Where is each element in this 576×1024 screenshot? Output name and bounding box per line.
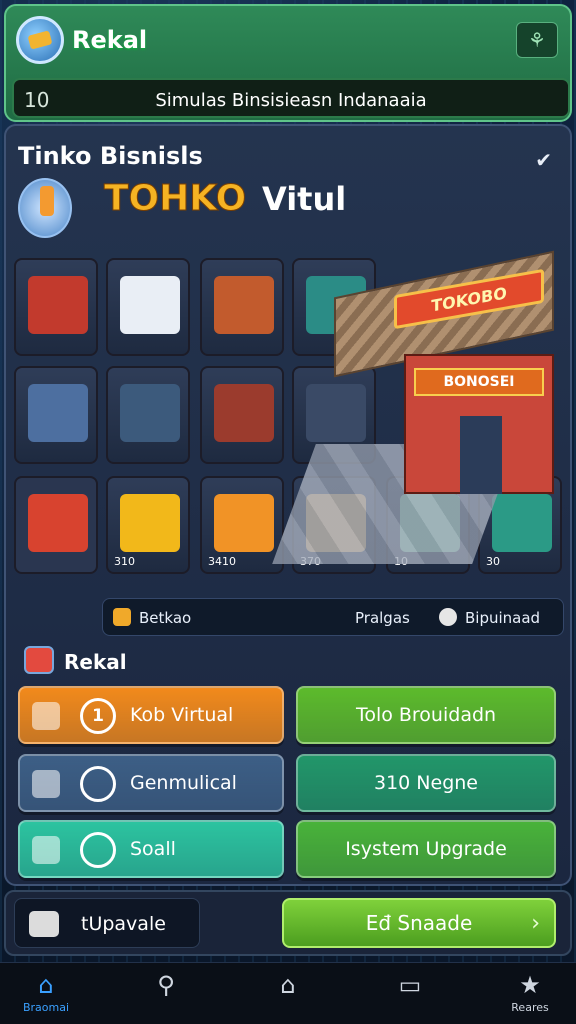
item-tile-shelf[interactable] xyxy=(200,258,284,356)
crate-icon xyxy=(32,770,60,798)
item-register-icon xyxy=(28,276,88,334)
coin-icon xyxy=(113,608,131,626)
chevron-down-icon[interactable]: ✔ xyxy=(535,148,552,172)
star-icon: ★ xyxy=(519,971,541,999)
item-count: 3410 xyxy=(208,555,236,568)
item-bag-icon xyxy=(120,494,180,552)
home-icon: ⌂ xyxy=(38,971,54,999)
chevron-right-icon: › xyxy=(531,911,540,936)
nav-item-5[interactable]: ★ Reares xyxy=(490,971,570,1014)
nav-item-4[interactable]: ▭ xyxy=(370,971,450,1001)
item-tile-cart[interactable] xyxy=(106,258,190,356)
action-label: Tolo Brouidadn xyxy=(355,704,497,726)
coin-icon[interactable] xyxy=(16,16,64,64)
avatar-icon xyxy=(439,608,457,626)
subtitle: Simulas Binsisieasn Indanaaia xyxy=(155,90,427,111)
item-shelf-icon xyxy=(214,276,274,334)
nav-item-1[interactable]: ⌂ Braomai xyxy=(6,971,86,1014)
item-tile-bag[interactable]: 310 xyxy=(106,476,190,574)
action-label: 310 Negne xyxy=(374,772,478,794)
nav-label: Reares xyxy=(511,1001,549,1014)
joystick-icon xyxy=(18,178,72,238)
cube-icon xyxy=(32,702,60,730)
action-button-5[interactable]: Soall xyxy=(18,820,284,878)
bottom-actions: tUpavale Eđ Snaade › xyxy=(4,890,572,956)
info-bar: Betkao Pralgas Bipuinaad xyxy=(102,598,564,636)
nav-label: Braomai xyxy=(22,1001,70,1014)
action-label: Kob Virtual xyxy=(130,704,234,726)
action-button-3[interactable]: Genmulical xyxy=(18,754,284,812)
house-icon: ⌂ xyxy=(280,971,296,999)
sub-bar: 10 Simulas Binsisieasn Indanaaia xyxy=(12,78,570,118)
info-right: Bipuinaad xyxy=(465,609,541,627)
badge-icon: 1 xyxy=(80,698,116,734)
action-label: Genmulical xyxy=(130,772,237,794)
item-tile-fridge[interactable] xyxy=(14,366,98,464)
item-count: 310 xyxy=(114,555,135,568)
action-label: Isystem Upgrade xyxy=(345,838,507,860)
info-left: Betkao xyxy=(139,609,192,627)
item-tile-blender[interactable] xyxy=(106,366,190,464)
item-tile-bucket[interactable] xyxy=(14,476,98,574)
share-icon[interactable]: ⚘ xyxy=(516,22,558,58)
box-icon xyxy=(32,836,60,864)
item-tablet-icon xyxy=(214,494,274,552)
panel-title: Tinko Bisnisls xyxy=(18,142,203,170)
nav-item-2[interactable]: ⚲ xyxy=(126,971,206,1001)
gift-icon xyxy=(24,646,54,674)
brand-word-1: TOHKO xyxy=(103,178,247,220)
search-icon: ⚲ xyxy=(157,971,175,999)
action-label: Soall xyxy=(130,838,176,860)
shade-label: Eđ Snaade xyxy=(365,911,473,935)
app-title: Rekal xyxy=(72,26,148,54)
store-building[interactable]: TOKOBO BONOSEI xyxy=(272,244,568,584)
item-tile-display[interactable] xyxy=(200,366,284,464)
store-sign-front: BONOSEI xyxy=(414,368,544,396)
rekal-title: Rekal xyxy=(64,650,127,674)
action-button-1[interactable]: 1 Kob Virtual xyxy=(18,686,284,744)
action-button-2[interactable]: Tolo Brouidadn xyxy=(296,686,556,744)
badge-icon xyxy=(80,832,116,868)
store-door xyxy=(460,416,502,494)
action-button-6[interactable]: Isystem Upgrade xyxy=(296,820,556,878)
top-bar: Rekal ⚘ 10 Simulas Binsisieasn Indanaaia xyxy=(4,4,572,122)
brand-word-2: Vitul xyxy=(262,180,347,218)
item-tile-register[interactable] xyxy=(14,258,98,356)
upgrade-label: tUpavale xyxy=(81,913,166,935)
business-panel: Tinko Bisnisls ✔ TOHKO Vitul 31034103701… xyxy=(4,124,572,886)
shade-button[interactable]: Eđ Snaade › xyxy=(282,898,556,948)
nav-item-3[interactable]: ⌂ xyxy=(248,971,328,1001)
bucket-icon xyxy=(28,494,88,552)
window-icon: ▭ xyxy=(398,971,422,999)
item-cart-icon xyxy=(120,276,180,334)
bottom-nav: ⌂ Braomai ⚲ ⌂ ▭ ★ Reares xyxy=(0,962,576,1024)
item-blender-icon xyxy=(120,384,180,442)
action-button-4[interactable]: 310 Negne xyxy=(296,754,556,812)
upgrade-button[interactable]: tUpavale xyxy=(14,898,200,948)
item-fridge-icon xyxy=(28,384,88,442)
badge-icon xyxy=(80,766,116,802)
box-icon xyxy=(29,911,59,937)
item-tile-tablet[interactable]: 3410 xyxy=(200,476,284,574)
info-mid: Pralgas xyxy=(355,609,410,627)
item-display-icon xyxy=(214,384,274,442)
